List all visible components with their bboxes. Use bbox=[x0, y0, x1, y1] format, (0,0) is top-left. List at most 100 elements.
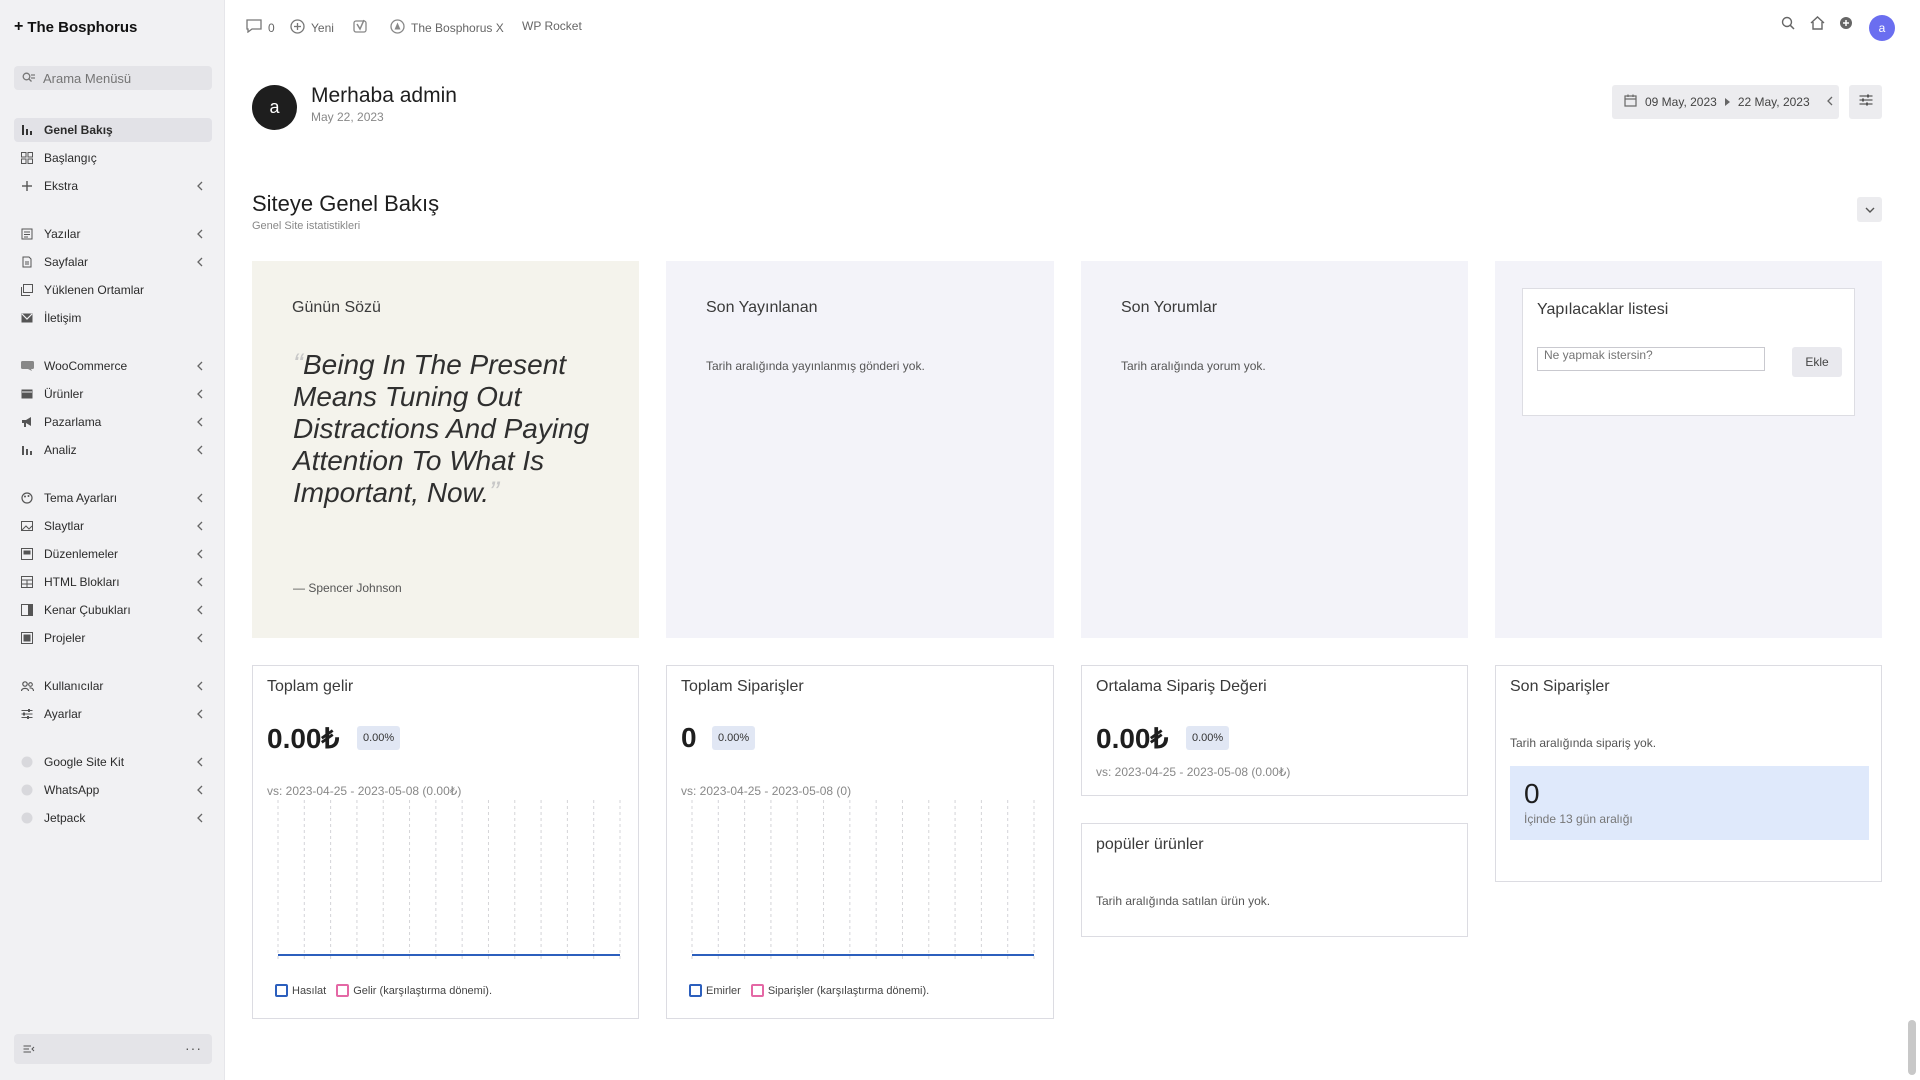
bar-chart-icon bbox=[20, 443, 34, 457]
sidebar-item-baslangic[interactable]: Başlangıç bbox=[14, 146, 212, 170]
sidebar-item-jetpack[interactable]: Jetpack bbox=[14, 806, 212, 830]
sidebar-item-woocommerce[interactable]: WooCommerce bbox=[14, 354, 212, 378]
sidebar-item-kullanicilar[interactable]: Kullanıcılar bbox=[14, 674, 212, 698]
sidebar-item-label: Düzenlemeler bbox=[44, 547, 119, 561]
sliders-icon bbox=[1859, 93, 1873, 111]
search-button[interactable] bbox=[1781, 16, 1795, 35]
yoast-icon bbox=[353, 19, 368, 37]
recent-orders-card: Son Siparişler Tarih aralığında sipariş … bbox=[1495, 665, 1882, 882]
collapse-menu-icon[interactable] bbox=[23, 1042, 35, 1060]
sidebar-item-iletisim[interactable]: İletişim bbox=[14, 306, 212, 330]
jetpack-icon bbox=[20, 811, 34, 825]
date-range-picker[interactable]: 09 May, 2023 22 May, 2023 bbox=[1612, 85, 1839, 119]
avg-order-compare: vs: 2023-04-25 - 2023-05-08 (0.00₺) bbox=[1096, 765, 1291, 779]
sidebar-item-label: Kenar Çubukları bbox=[44, 603, 131, 617]
recent-orders-title: Son Siparişler bbox=[1510, 678, 1610, 695]
admin-topbar: 0 Yeni The Bosphorus X WP Rocket a bbox=[225, 0, 1920, 54]
quote-card: Günün Sözü “Being In The Present Means T… bbox=[252, 261, 639, 638]
todo-title: Yapılacaklar listesi bbox=[1537, 301, 1669, 318]
sidebar-item-analiz[interactable]: Analiz bbox=[14, 438, 212, 462]
sidebar-item-label: Ayarlar bbox=[44, 707, 82, 721]
home-button[interactable] bbox=[1810, 16, 1825, 35]
sidebar-item-label: Analiz bbox=[44, 443, 77, 457]
chevron-left-icon bbox=[196, 492, 204, 506]
legend-checkbox[interactable] bbox=[336, 984, 350, 997]
sidebar-item-label: Ürünler bbox=[44, 387, 84, 401]
palette-icon bbox=[20, 491, 34, 505]
sidebar-item-label: Sayfalar bbox=[44, 255, 89, 269]
sidebar-item-tema-ayarlari[interactable]: Tema Ayarları bbox=[14, 486, 212, 510]
sidebar-item-label: Projeler bbox=[44, 631, 86, 645]
site-logo-icon bbox=[390, 19, 405, 37]
sidebar-item-genel-bakis[interactable]: Genel Bakış bbox=[14, 118, 212, 142]
sidebar-item-projeler[interactable]: Projeler bbox=[14, 626, 212, 650]
sidebar-item-pazarlama[interactable]: Pazarlama bbox=[14, 410, 212, 434]
site-link[interactable]: The Bosphorus X bbox=[390, 19, 504, 37]
sidebar-item-whatsapp[interactable]: WhatsApp bbox=[14, 778, 212, 802]
popular-products-card: popüler ürünler Tarih aralığında satılan… bbox=[1081, 823, 1468, 937]
chevron-left-icon bbox=[196, 416, 204, 430]
legend-compare: Gelir (karşılaştırma dönemi). bbox=[353, 984, 493, 997]
archive-icon bbox=[20, 387, 34, 401]
brand[interactable]: + The Bosphorus bbox=[14, 18, 137, 36]
wp-rocket-link[interactable]: WP Rocket bbox=[522, 19, 582, 33]
avg-order-change-badge: 0.00% bbox=[1186, 726, 1230, 750]
search-icon bbox=[1781, 16, 1795, 35]
recent-orders-empty: Tarih aralığında sipariş yok. bbox=[1510, 736, 1657, 750]
dashboard-settings-button[interactable] bbox=[1849, 85, 1882, 119]
collapse-section-button[interactable] bbox=[1857, 197, 1882, 222]
sidebar-item-kenar-cubuklari[interactable]: Kenar Çubukları bbox=[14, 598, 212, 622]
table-icon bbox=[20, 575, 34, 589]
legend-checkbox[interactable] bbox=[750, 984, 764, 997]
legend-checkbox[interactable] bbox=[689, 984, 702, 997]
sidebar-item-yuklenen-ortamlar[interactable]: Yüklenen Ortamlar bbox=[14, 278, 212, 302]
sidebar-item-label: HTML Blokları bbox=[44, 575, 120, 589]
recent-posts-empty: Tarih aralığında yayınlanmış gönderi yok… bbox=[706, 359, 925, 373]
sidebar-item-label: Yazılar bbox=[44, 227, 81, 241]
close-quote-mark: ” bbox=[489, 476, 500, 509]
recent-posts-title: Son Yayınlanan bbox=[706, 299, 818, 316]
sidebar-item-label: Kullanıcılar bbox=[44, 679, 104, 693]
avg-order-card: Ortalama Sipariş Değeri 0.00₺ 0.00% vs: … bbox=[1081, 665, 1468, 796]
sidebar-item-urunler[interactable]: Ürünler bbox=[14, 382, 212, 406]
yoast-link[interactable] bbox=[353, 19, 368, 37]
orders-value: 0 bbox=[681, 722, 697, 753]
more-icon[interactable]: ··· bbox=[185, 1040, 202, 1056]
chevron-left-icon[interactable] bbox=[1826, 95, 1833, 109]
layout-icon bbox=[20, 547, 34, 561]
chevron-left-icon bbox=[196, 632, 204, 646]
sidebar-item-ayarlar[interactable]: Ayarlar bbox=[14, 702, 212, 726]
sidebar-item-google-site-kit[interactable]: Google Site Kit bbox=[14, 750, 212, 774]
comments-link[interactable]: 0 bbox=[246, 19, 275, 36]
chevron-left-icon bbox=[196, 604, 204, 618]
search-icon bbox=[22, 71, 35, 86]
orders-count-box: 0 İçinde 13 gün aralığı bbox=[1510, 766, 1869, 840]
sidebar-item-yazilar[interactable]: Yazılar bbox=[14, 222, 212, 246]
sidebar-item-html-bloklari[interactable]: HTML Blokları bbox=[14, 570, 212, 594]
add-button[interactable] bbox=[1839, 16, 1853, 35]
page-scrollbar[interactable] bbox=[1908, 1020, 1916, 1075]
sidebar-item-duzenlemeler[interactable]: Düzenlemeler bbox=[14, 542, 212, 566]
chevron-left-icon bbox=[196, 680, 204, 694]
whatsapp-icon bbox=[20, 783, 34, 797]
user-avatar[interactable]: a bbox=[1869, 15, 1895, 41]
google-icon bbox=[20, 755, 34, 769]
orders-legend: Emirler Siparişler (karşılaştırma dönemi… bbox=[689, 984, 935, 997]
range-end: 22 May, 2023 bbox=[1737, 95, 1810, 109]
revenue-value: 0.00₺ bbox=[267, 723, 340, 754]
sidebar-item-sayfalar[interactable]: Sayfalar bbox=[14, 250, 212, 274]
todo-input[interactable] bbox=[1537, 347, 1765, 371]
new-content-link[interactable]: Yeni bbox=[290, 19, 334, 37]
sidebar-icon bbox=[20, 603, 34, 617]
quote-card-title: Günün Sözü bbox=[292, 299, 381, 316]
menu-search-input[interactable] bbox=[43, 70, 203, 86]
sidebar-item-slaytlar[interactable]: Slaytlar bbox=[14, 514, 212, 538]
sidebar-item-label: Tema Ayarları bbox=[44, 491, 118, 505]
chevron-left-icon bbox=[196, 576, 204, 590]
chevron-left-icon bbox=[196, 520, 204, 534]
greeting: Merhaba admin bbox=[311, 84, 457, 107]
range-start: 09 May, 2023 bbox=[1645, 95, 1717, 109]
sidebar-item-ekstra[interactable]: Ekstra bbox=[14, 174, 212, 198]
legend-checkbox[interactable] bbox=[275, 984, 288, 997]
add-todo-button[interactable]: Ekle bbox=[1792, 347, 1842, 377]
